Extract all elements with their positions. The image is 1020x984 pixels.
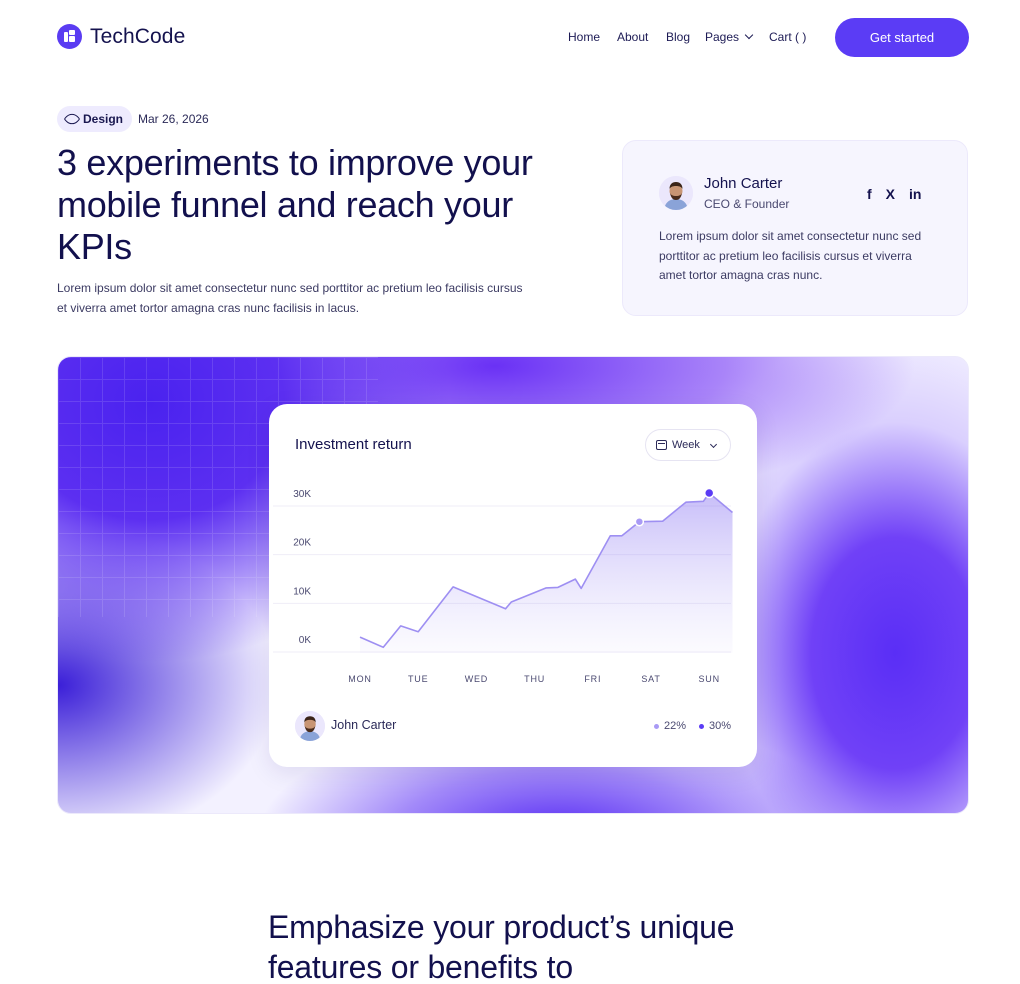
y-tick-label: 30K [293,489,311,500]
logo-icon [57,24,82,49]
x-tick-label: SUN [698,674,719,684]
top-nav: TechCode Home About Blog Pages Cart ( ) … [0,0,1020,76]
legend-item: 22% [654,720,686,732]
chart-card: Investment return Week 30K 20K 10K 0K MON TUE… [269,404,757,767]
logo[interactable]: TechCode [57,24,185,49]
linkedin-icon[interactable]: in [909,186,921,202]
y-tick-label: 20K [293,538,311,549]
legend-value: 30% [709,720,732,732]
post-date: Mar 26, 2026 [138,112,209,126]
pen-icon [63,110,81,128]
y-tick-label: 10K [293,586,311,597]
data-point [703,487,715,499]
area-fill [360,493,733,653]
facebook-icon[interactable]: f [867,186,872,202]
nav-pages[interactable]: Pages [705,30,754,44]
nav-cart[interactable]: Cart ( ) [769,30,806,44]
data-point [634,516,645,527]
social-links: f X in [867,186,921,202]
nav-home[interactable]: Home [568,30,600,44]
category-label: Design [83,112,124,126]
y-tick-label: 0K [299,635,312,646]
chart-user-name: John Carter [331,718,397,732]
get-started-button[interactable]: Get started [835,18,969,57]
author-bio: Lorem ipsum dolor sit amet consectetur n… [659,229,922,282]
author-name: John Carter [704,175,783,192]
legend-dot [699,723,704,729]
avatar [659,176,693,210]
chevron-down-icon [744,30,754,40]
x-tick-label: SAT [641,674,660,684]
brand-name: TechCode [90,24,186,48]
x-tick-label: THU [524,674,545,684]
x-tick-label: MON [348,674,371,684]
legend-dot [654,723,659,729]
nav-blog[interactable]: Blog [666,30,690,44]
x-tick-label: WED [465,674,488,684]
x-tick-label: TUE [408,674,428,684]
author-card: John Carter CEO & Founder f X in Lorem i… [622,140,968,316]
legend-value: 22% [664,720,687,732]
category-tag[interactable]: Design [57,106,133,132]
x-icon[interactable]: X [886,186,895,202]
section-title: Emphasize your product’s unique features… [268,909,735,984]
nav-pages-label: Pages [705,30,740,44]
investment-chart: 30K 20K 10K 0K MON TUE WED THU FRI SAT SUN [273,487,734,684]
author-role: CEO & Founder [704,197,790,211]
x-tick-label: FRI [584,674,601,684]
post-subtitle: Lorem ipsum dolor sit amet consectetur n… [57,281,523,315]
legend-item: 30% [699,720,731,732]
avatar [295,711,325,741]
page-title: 3 experiments to improve your mobile fun… [57,142,533,267]
nav-about[interactable]: About [617,30,648,44]
